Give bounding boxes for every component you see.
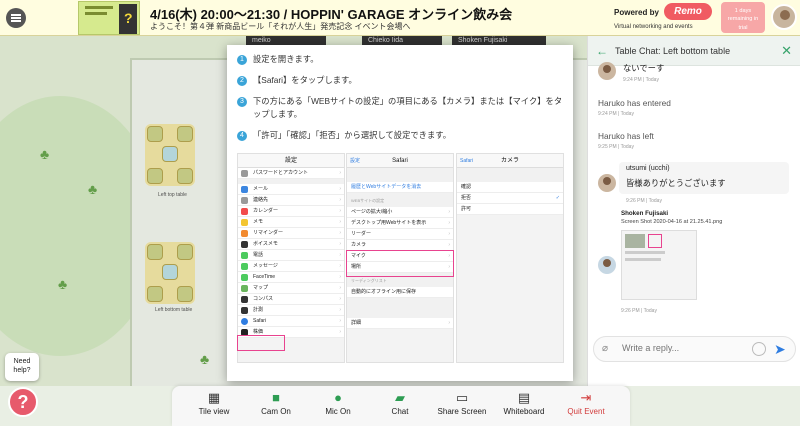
- event-banner-image: [78, 1, 140, 35]
- highlight-camera-mic: [346, 250, 454, 277]
- chat-message: ないでーす: [623, 63, 665, 73]
- emoji-icon[interactable]: [752, 342, 766, 356]
- attachment-thumbnail[interactable]: [621, 230, 697, 300]
- avatar: [598, 256, 616, 274]
- event-subtitle: ようこそ！第４弾 新商品ビール「それが人生」発売記念 イベント会場へ: [150, 22, 411, 31]
- chat-message: 皆様ありがとうございます: [626, 178, 726, 188]
- step-2: 2 【Safari】をタップします。: [237, 74, 563, 87]
- share-screen-button[interactable]: ▭ Share Screen: [434, 389, 490, 416]
- whiteboard-icon: ▤: [517, 390, 531, 405]
- chat-composer: ⌀ ➤: [593, 336, 796, 362]
- avatar: [598, 62, 616, 80]
- screen-icon: ▭: [455, 390, 469, 405]
- attachment-filename[interactable]: Screen Shot 2020-04-16 at 21.25.41.png: [621, 219, 722, 225]
- attach-icon[interactable]: ⌀: [602, 343, 608, 354]
- event-header: 4/16(木) 20:00〜21:30 / HOPPIN' GARAGE オンラ…: [0, 0, 800, 36]
- chat-header: ← Table Chat: Left bottom table ✕: [588, 36, 800, 66]
- grid-icon: ▦: [207, 390, 221, 405]
- cam-on-button[interactable]: ■ Cam On: [248, 389, 304, 416]
- close-icon[interactable]: ✕: [781, 43, 792, 59]
- trial-badge[interactable]: 1 days remaining in trial: [721, 2, 765, 33]
- message-sender: utsumi (ucchi): [626, 165, 670, 172]
- avatar: [598, 174, 616, 192]
- menu-button[interactable]: [6, 8, 26, 28]
- back-arrow-icon[interactable]: ←: [596, 44, 608, 58]
- message-time: 9:26 PM | Today: [621, 308, 657, 314]
- brand-tagline: Virtual networking and events: [614, 24, 693, 30]
- chat-icon: ▰: [395, 390, 405, 405]
- attachment-sender: Shoken Fujisaki: [621, 210, 669, 217]
- message-time: 9:24 PM | Today: [623, 77, 659, 83]
- chat-input[interactable]: [622, 343, 742, 353]
- need-help-tooltip: Need help?: [5, 353, 39, 381]
- help-button[interactable]: ?: [8, 387, 38, 417]
- message-time: 9:24 PM | Today: [598, 111, 634, 117]
- quit-event-button[interactable]: ⇥ Quit Event: [558, 389, 614, 416]
- bottom-toolbar: ▦ Tile view ■ Cam On ● Mic On ▰ Chat ▭ S…: [0, 386, 800, 426]
- user-avatar[interactable]: [771, 4, 797, 30]
- message-time: 9:26 PM | Today: [626, 198, 662, 204]
- step-1: 1 設定を開きます。: [237, 53, 563, 66]
- exit-icon: ⇥: [580, 390, 592, 405]
- message-time: 9:25 PM | Today: [598, 144, 634, 150]
- settings-title: 設定: [238, 154, 344, 168]
- mic-on-button[interactable]: ● Mic On: [310, 389, 366, 416]
- settings-screenshot: 設定 パスワードとアカウント › メール › 連絡先 › カレンダー › メモ › リマイ…: [237, 153, 345, 363]
- permission-help-modal: 1 設定を開きます。 2 【Safari】をタップします。 3 下の方にある「W…: [227, 45, 573, 381]
- hamburger-icon: [11, 17, 21, 19]
- system-message: Haruko has left: [598, 131, 654, 141]
- chat-button[interactable]: ▰ Chat: [372, 389, 428, 416]
- tile-view-button[interactable]: ▦ Tile view: [186, 389, 242, 416]
- step-3: 3 下の方にある「WEBサイトの設定」の項目にある【カメラ】または【マイク】をタ…: [237, 95, 563, 121]
- camera-permission-screenshot: Safari カメラ 確認 拒否 ✓ 許可: [456, 153, 564, 363]
- powered-by-label: Powered by: [614, 8, 659, 17]
- remo-logo[interactable]: Remo: [664, 3, 712, 20]
- step-4: 4 「許可」「確認」「拒否」から選択して設定できます。: [237, 129, 563, 142]
- whiteboard-button[interactable]: ▤ Whiteboard: [496, 389, 552, 416]
- question-icon: ?: [17, 392, 29, 412]
- camera-icon: ■: [272, 390, 280, 405]
- system-message: Haruko has entered: [598, 98, 671, 108]
- chat-panel: ← Table Chat: Left bottom table ✕ ないでーす …: [587, 36, 800, 386]
- send-icon[interactable]: ➤: [774, 341, 786, 358]
- chat-title: Table Chat: Left bottom table: [615, 45, 731, 56]
- mic-icon: ●: [334, 390, 342, 405]
- highlight-safari: [237, 335, 285, 351]
